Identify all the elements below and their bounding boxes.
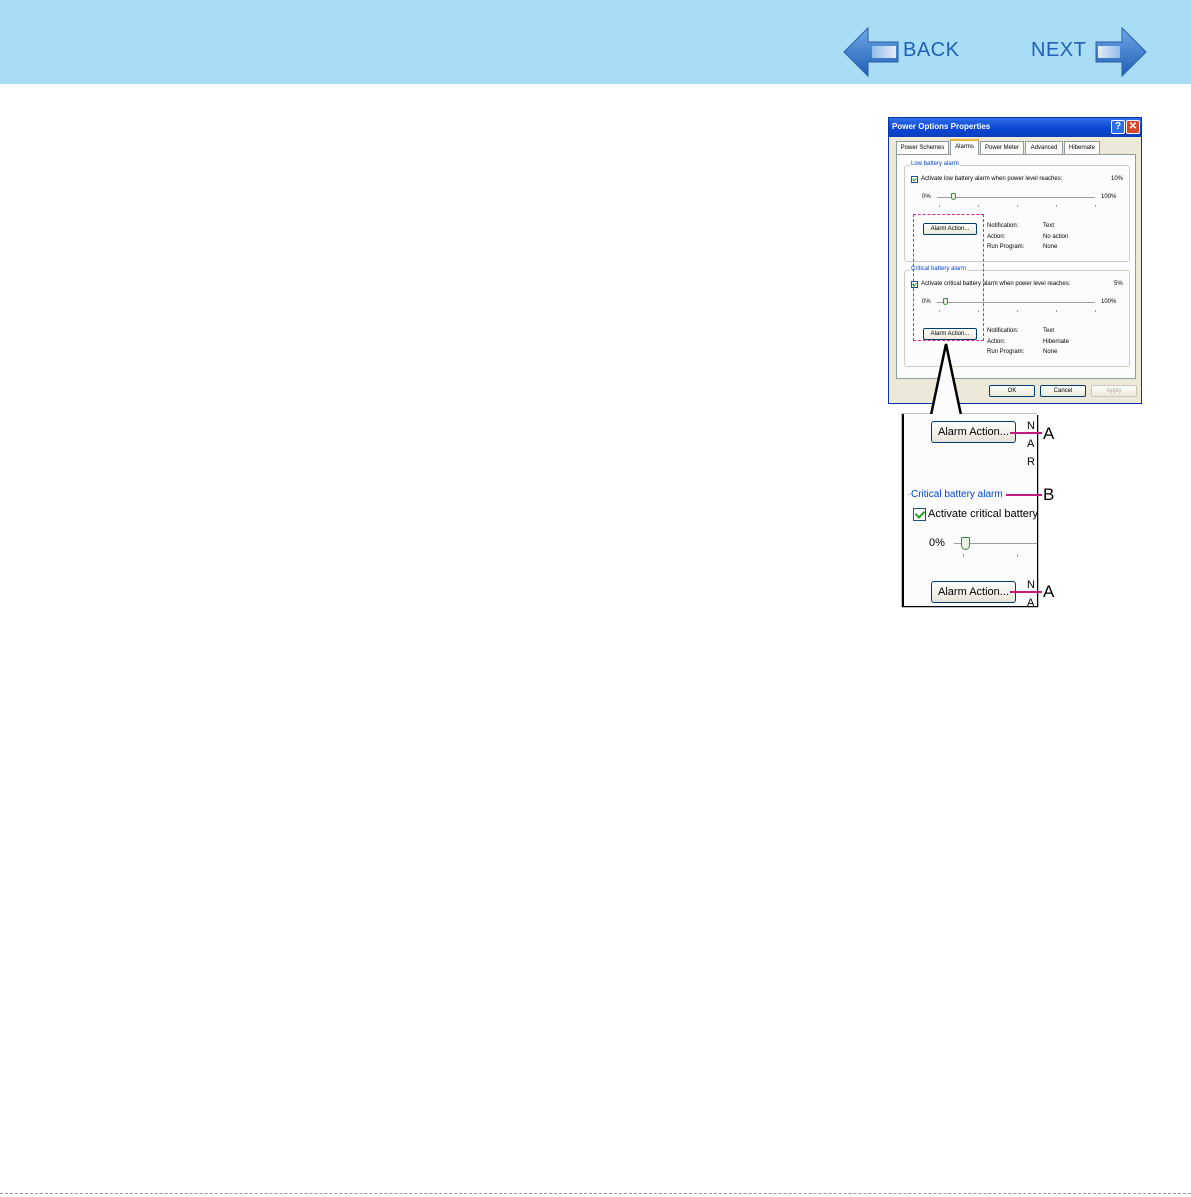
zoom-side-letter: N	[1027, 579, 1035, 591]
footer-rule	[0, 1193, 1191, 1194]
low-info-value: None	[1043, 244, 1058, 250]
zoom-side-letter: R	[1027, 456, 1035, 468]
tab-power-schemes[interactable]: Power Schemes	[896, 141, 949, 154]
slider-tick	[1056, 310, 1057, 312]
low-info-value: No action	[1043, 234, 1069, 240]
header-bar	[0, 0, 1191, 84]
cancel-button[interactable]: Cancel	[1040, 385, 1086, 397]
low-info-key: Action:	[987, 234, 1006, 240]
critical-info-value: None	[1043, 349, 1058, 355]
zoom-callout: Alarm Action... N A R Critical battery a…	[904, 414, 1037, 606]
leader-line-a	[1010, 591, 1042, 593]
low-battery-checkbox-label: Activate low battery alarm when power le…	[921, 176, 1063, 182]
zoom-alarm-action-button[interactable]: Alarm Action...	[931, 421, 1016, 443]
zoom-alarm-action-button[interactable]: Alarm Action...	[931, 581, 1016, 603]
slider-tick	[1095, 205, 1096, 207]
back-button[interactable]: BACK	[842, 26, 964, 78]
next-button[interactable]: NEXT	[1028, 26, 1148, 78]
close-icon[interactable]: ✕	[1126, 120, 1140, 134]
low-battery-group-label: Low battery alarm	[910, 161, 960, 167]
critical-info-value: Text	[1043, 328, 1055, 334]
leader-line-b	[1006, 494, 1042, 496]
slider-tick	[939, 205, 940, 207]
low-battery-slider-thumb[interactable]	[950, 193, 956, 200]
low-info-value: Text	[1043, 223, 1055, 229]
zoom-critical-group-label: Critical battery alarm	[911, 489, 1003, 500]
highlight-box	[913, 214, 984, 341]
zoom-side-letter: A	[1027, 597, 1035, 606]
low-info-key: Notification:	[987, 223, 1019, 229]
zoom-slider-thumb[interactable]	[961, 537, 970, 550]
slider-tick	[963, 554, 964, 557]
dialog-title-bar: Power Options Properties ? ✕	[889, 118, 1141, 137]
leader-line-a	[1010, 432, 1042, 434]
zoom-slider-min: 0%	[929, 537, 945, 549]
low-battery-slider-track[interactable]	[937, 197, 1095, 199]
zoom-side-letter: A	[1027, 438, 1035, 450]
marker-a: A	[1043, 424, 1055, 443]
tab-advanced[interactable]: Advanced	[1025, 141, 1063, 154]
help-icon[interactable]: ?	[1111, 120, 1125, 134]
tab-alarms[interactable]: Alarms	[950, 139, 979, 155]
low-battery-checkbox[interactable]	[911, 176, 918, 183]
low-slider-max: 100%	[1101, 194, 1117, 200]
apply-button: Apply	[1091, 385, 1137, 397]
slider-tick	[1095, 310, 1096, 312]
slider-tick	[1017, 205, 1018, 207]
critical-slider-max: 100%	[1101, 299, 1117, 305]
next-label: NEXT	[1031, 39, 1087, 61]
slider-tick	[978, 205, 979, 207]
low-info-key: Run Program:	[987, 244, 1025, 250]
tab-power-meter[interactable]: Power Meter	[980, 141, 1024, 154]
zoom-side-letter: N	[1027, 420, 1035, 432]
critical-battery-level: 5%	[1114, 281, 1123, 287]
dialog-title: Power Options Properties	[892, 122, 991, 131]
critical-info-value: Hibernate	[1043, 339, 1070, 345]
tab-hibernate[interactable]: Hibernate	[1064, 141, 1100, 154]
back-arrow-icon	[843, 26, 899, 78]
low-slider-min: 0%	[922, 194, 931, 200]
marker-b: B	[1043, 485, 1055, 504]
slider-tick	[1017, 310, 1018, 312]
zoom-critical-checkbox[interactable]	[913, 508, 926, 521]
next-arrow-icon	[1095, 26, 1147, 78]
zoom-critical-checkbox-label: Activate critical battery	[928, 508, 1037, 520]
slider-tick	[1056, 205, 1057, 207]
low-battery-level: 10%	[1111, 176, 1124, 182]
slider-tick	[1017, 554, 1018, 557]
marker-a: A	[1043, 582, 1055, 601]
critical-info-key: Notification:	[987, 328, 1019, 334]
back-label: BACK	[903, 39, 960, 61]
